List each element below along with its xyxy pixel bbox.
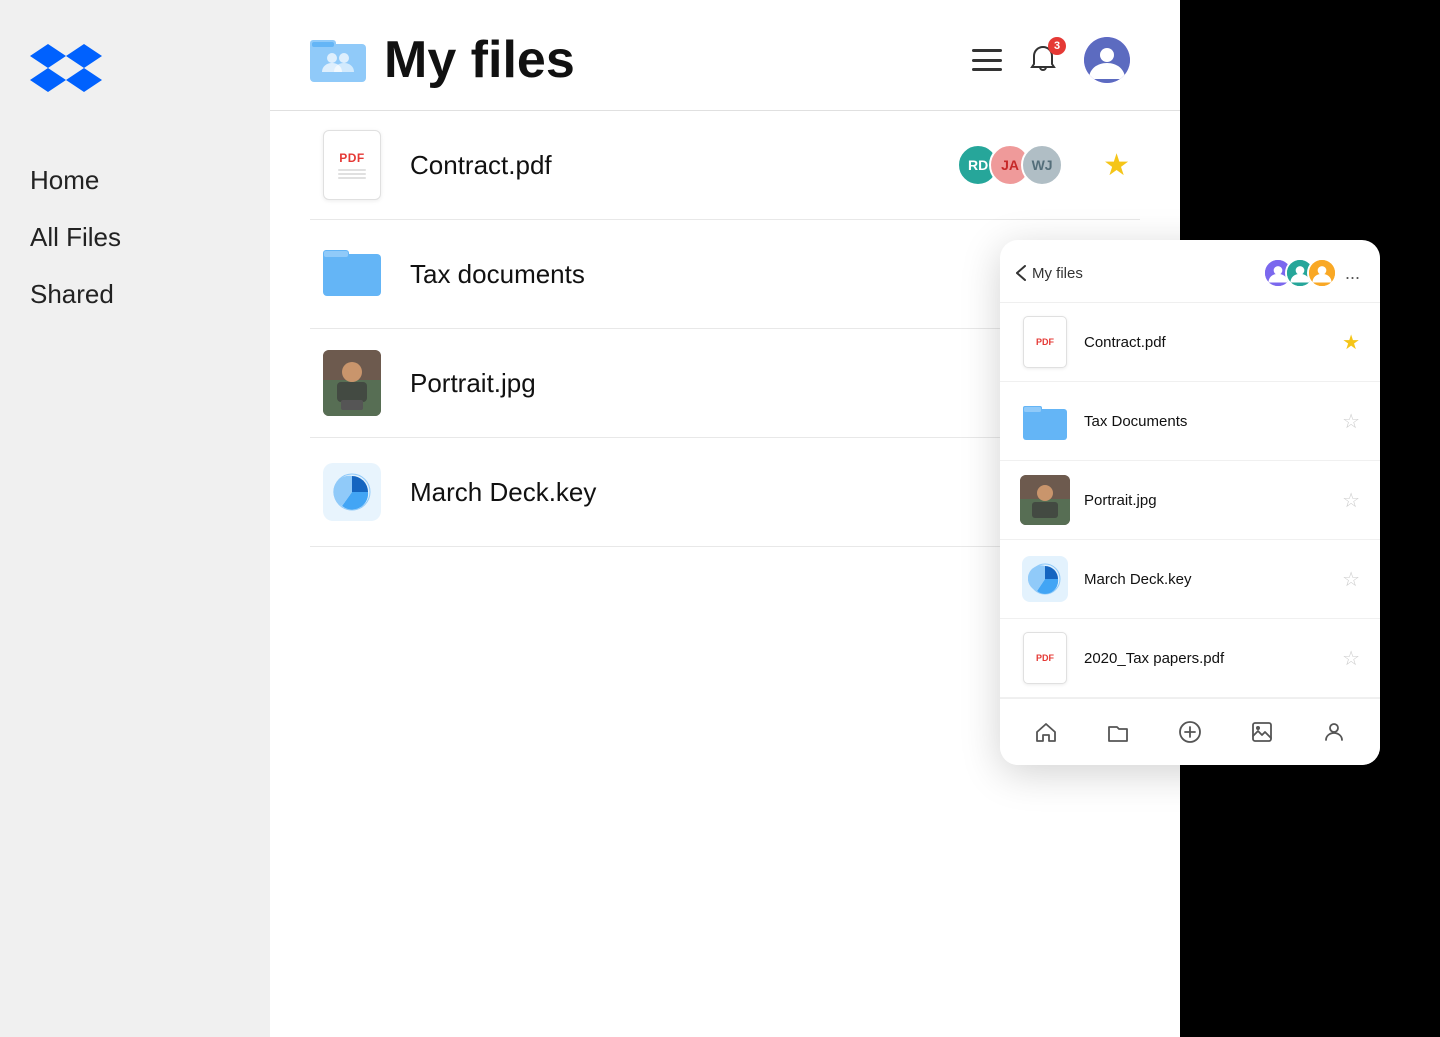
phone-file-row-contract[interactable]: PDF Contract.pdf ★ [1000, 303, 1380, 382]
phone-star-button[interactable]: ☆ [1342, 409, 1360, 434]
shared-avatars: RD JA WJ [957, 144, 1063, 186]
sidebar: Home All Files Shared [0, 0, 270, 1037]
phone-file-row-tax[interactable]: Tax Documents ☆ [1000, 382, 1380, 461]
phone-nav-home[interactable] [1027, 713, 1065, 751]
phone-file-name: Contract.pdf [1084, 334, 1342, 351]
file-icon-pdf: PDF [320, 133, 384, 197]
phone-nav-add[interactable] [1171, 713, 1209, 751]
phone-bottom-nav [1000, 698, 1380, 765]
dropbox-logo [30, 40, 240, 101]
phone-avatars: ... [1263, 258, 1360, 288]
main-content: My files 3 [270, 0, 1180, 1037]
phone-star-button[interactable]: ☆ [1342, 567, 1360, 592]
user-avatar[interactable] [1084, 37, 1130, 83]
sidebar-item-home[interactable]: Home [30, 161, 240, 200]
page-title: My files [384, 30, 575, 90]
mobile-panel: My files ... PDF Con [1000, 240, 1380, 765]
phone-avatar-3 [1307, 258, 1337, 288]
phone-portrait-icon [1020, 475, 1070, 525]
phone-file-name: 2020_Tax papers.pdf [1084, 650, 1342, 667]
sidebar-item-all-files[interactable]: All Files [30, 218, 240, 257]
file-name: Contract.pdf [410, 150, 957, 181]
back-button[interactable]: My files [1016, 265, 1083, 282]
sidebar-item-shared[interactable]: Shared [30, 275, 240, 314]
phone-nav-profile[interactable] [1315, 713, 1353, 751]
phone-star-button[interactable]: ☆ [1342, 646, 1360, 671]
phone-nav-folder[interactable] [1099, 713, 1137, 751]
portrait-thumbnail [323, 350, 381, 416]
keynote-icon [323, 463, 381, 521]
more-button[interactable]: ... [1345, 263, 1360, 284]
phone-file-row-march-deck[interactable]: March Deck.key ☆ [1000, 540, 1380, 619]
phone-star-button[interactable]: ☆ [1342, 488, 1360, 513]
folder-icon-large [310, 34, 366, 87]
phone-pdf2-icon: PDF [1020, 633, 1070, 683]
phone-pdf-icon: PDF [1020, 317, 1070, 367]
phone-file-row-portrait[interactable]: Portrait.jpg ☆ [1000, 461, 1380, 540]
file-icon-image [320, 351, 384, 415]
pdf-icon: PDF [323, 130, 381, 200]
folder-icon [323, 244, 381, 305]
phone-file-name: Portrait.jpg [1084, 492, 1342, 509]
phone-nav-image[interactable] [1243, 713, 1281, 751]
menu-button[interactable] [972, 49, 1002, 71]
file-row-contract[interactable]: PDF Contract.pdf RD JA WJ ★ [310, 111, 1140, 220]
file-icon-keynote [320, 460, 384, 524]
phone-folder-icon [1020, 396, 1070, 446]
phone-title: My files [1032, 265, 1083, 282]
phone-file-name: Tax Documents [1084, 413, 1342, 430]
phone-header: My files ... [1000, 240, 1380, 303]
page-header: My files 3 [270, 0, 1180, 111]
phone-star-button[interactable]: ★ [1342, 330, 1360, 355]
notification-badge: 3 [1048, 37, 1066, 55]
phone-file-name: March Deck.key [1084, 571, 1342, 588]
file-icon-folder [320, 242, 384, 306]
header-right: 3 [972, 37, 1130, 83]
notifications-button[interactable]: 3 [1022, 39, 1064, 81]
phone-keynote-icon [1020, 554, 1070, 604]
header-left: My files [310, 30, 575, 90]
star-button[interactable]: ★ [1103, 148, 1130, 183]
phone-file-row-2020-tax[interactable]: PDF 2020_Tax papers.pdf ☆ [1000, 619, 1380, 698]
avatar-wj: WJ [1021, 144, 1063, 186]
